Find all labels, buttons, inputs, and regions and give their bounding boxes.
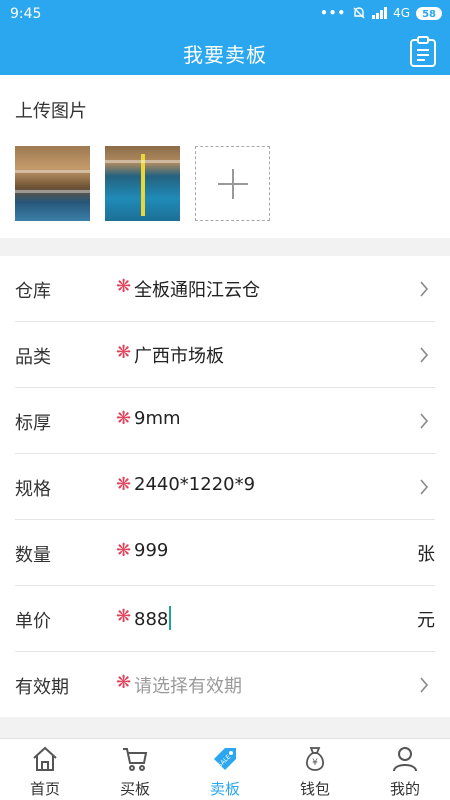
money-bag-icon: ¥: [305, 747, 325, 771]
required-mark-icon: ❋: [116, 474, 132, 495]
chevron-right-icon: [420, 413, 429, 429]
row-label: 规格: [15, 479, 51, 500]
battery-indicator: 58: [416, 6, 442, 20]
quantity-unit: 张: [417, 544, 435, 565]
cart-icon: [123, 748, 148, 771]
upload-label: 上传图片: [15, 101, 87, 122]
quantity-input[interactable]: 999: [134, 540, 168, 561]
required-mark-icon: ❋: [116, 540, 132, 561]
warehouse-value: 全板通阳江云仓: [134, 280, 260, 301]
tab-home[interactable]: 首页: [0, 739, 90, 800]
required-mark-icon: ❋: [116, 408, 132, 429]
status-time: 9:45: [10, 6, 42, 22]
row-label: 品类: [15, 347, 51, 368]
uploaded-photo-2[interactable]: [105, 146, 180, 221]
chevron-right-icon: [420, 347, 429, 363]
row-unit-price: 单价 ❋ 888 元: [15, 586, 435, 652]
chevron-right-icon: [420, 281, 429, 297]
row-label: 数量: [15, 545, 51, 566]
tab-wallet[interactable]: ¥ 钱包: [270, 739, 360, 800]
required-mark-icon: ❋: [116, 342, 132, 363]
tab-profile[interactable]: 我的: [360, 739, 450, 800]
sell-form: 仓库 ❋ 全板通阳江云仓 品类 ❋ 广西市场板 标厚 ❋ 9mm 规格 ❋ 24…: [0, 256, 450, 717]
required-mark-icon: ❋: [116, 606, 132, 627]
tab-label: 我的: [389, 780, 420, 798]
tab-label: 买板: [119, 780, 150, 798]
title-bar: 我要卖板: [0, 30, 450, 75]
validity-placeholder: 请选择有效期: [134, 676, 242, 697]
row-quantity: 数量 ❋ 999 张: [15, 520, 435, 586]
upload-section: 上传图片: [0, 75, 450, 238]
tab-label: 首页: [29, 780, 60, 798]
price-unit: 元: [417, 610, 435, 631]
add-photo-button[interactable]: [195, 146, 270, 221]
row-validity[interactable]: 有效期 ❋ 请选择有效期: [15, 652, 435, 718]
status-bar: 9:45 ••• 4G 58: [0, 0, 450, 30]
row-label: 有效期: [15, 677, 69, 698]
tab-label: 钱包: [299, 780, 330, 798]
yen-symbol: ¥: [312, 758, 318, 768]
clipboard-icon[interactable]: [408, 36, 438, 68]
user-icon: [393, 747, 417, 772]
text-caret: [169, 606, 172, 630]
row-label: 标厚: [15, 413, 51, 434]
required-mark-icon: ❋: [116, 672, 132, 693]
sale-tag-icon: SALE: [214, 748, 236, 770]
thickness-value: 9mm: [134, 408, 181, 429]
chevron-right-icon: [420, 479, 429, 495]
row-category[interactable]: 品类 ❋ 广西市场板: [15, 322, 435, 388]
row-label: 仓库: [15, 281, 51, 302]
chevron-right-icon: [420, 677, 429, 693]
tab-sell[interactable]: SALE 卖板: [180, 739, 270, 800]
required-mark-icon: ❋: [116, 276, 132, 297]
uploaded-photo-1[interactable]: [15, 146, 90, 221]
page-title: 我要卖板: [183, 43, 267, 67]
row-thickness[interactable]: 标厚 ❋ 9mm: [15, 388, 435, 454]
more-dots-icon: •••: [320, 6, 347, 20]
unit-price-input[interactable]: 888: [134, 606, 172, 630]
spec-value: 2440*1220*9: [134, 474, 256, 495]
mute-bell-icon: [353, 7, 365, 19]
home-icon: [33, 746, 57, 771]
bottom-tab-bar: 首页 买板 SALE 卖板 ¥ 钱包 我的: [0, 738, 450, 800]
category-value: 广西市场板: [134, 346, 224, 367]
status-icons: ••• 4G 58: [320, 6, 442, 20]
row-label: 单价: [15, 611, 51, 632]
tab-label: 卖板: [209, 780, 240, 798]
row-spec[interactable]: 规格 ❋ 2440*1220*9: [15, 454, 435, 520]
row-warehouse[interactable]: 仓库 ❋ 全板通阳江云仓: [15, 256, 435, 322]
tab-buy[interactable]: 买板: [90, 739, 180, 800]
signal-icon: [372, 7, 388, 19]
network-label: 4G: [393, 6, 411, 20]
